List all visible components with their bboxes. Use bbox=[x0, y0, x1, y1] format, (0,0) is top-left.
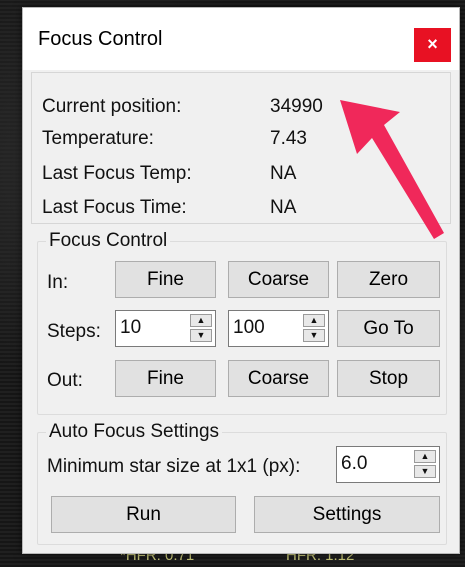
status-panel: Current position: 34990 Temperature: 7.4… bbox=[31, 72, 451, 224]
title-bar[interactable]: Focus Control × bbox=[23, 8, 459, 70]
auto-focus-legend: Auto Focus Settings bbox=[49, 421, 220, 442]
temperature-value: 7.43 bbox=[270, 128, 307, 149]
last-focus-temp-label: Last Focus Temp: bbox=[42, 163, 192, 184]
focus-control-window: Focus Control × Current position: 34990 … bbox=[22, 7, 460, 554]
window-title: Focus Control bbox=[38, 28, 163, 50]
last-focus-time-label: Last Focus Time: bbox=[42, 197, 187, 218]
min-star-size-value: 6.0 bbox=[341, 453, 368, 474]
close-button[interactable]: × bbox=[414, 28, 451, 62]
in-coarse-button[interactable]: Coarse bbox=[228, 261, 329, 298]
run-button[interactable]: Run bbox=[51, 496, 236, 533]
min-star-size-spinbox[interactable]: 6.0 ▲ ▼ bbox=[336, 446, 440, 483]
in-fine-button[interactable]: Fine bbox=[115, 261, 216, 298]
spin-down-icon[interactable]: ▼ bbox=[303, 329, 325, 342]
fine-steps-spinbox[interactable]: 10 ▲ ▼ bbox=[115, 310, 216, 347]
zero-button[interactable]: Zero bbox=[337, 261, 440, 298]
last-focus-time-value: NA bbox=[270, 197, 297, 218]
fine-steps-value: 10 bbox=[120, 317, 142, 338]
stop-button[interactable]: Stop bbox=[337, 360, 440, 397]
spin-up-icon[interactable]: ▲ bbox=[414, 450, 436, 463]
in-label: In: bbox=[47, 272, 69, 293]
spin-up-icon[interactable]: ▲ bbox=[190, 314, 212, 327]
coarse-steps-spinbox[interactable]: 100 ▲ ▼ bbox=[228, 310, 329, 347]
out-coarse-button[interactable]: Coarse bbox=[228, 360, 329, 397]
goto-button[interactable]: Go To bbox=[337, 310, 440, 347]
steps-label: Steps: bbox=[47, 321, 101, 342]
out-label: Out: bbox=[47, 370, 83, 391]
last-focus-temp-value: NA bbox=[270, 163, 297, 184]
spin-down-icon[interactable]: ▼ bbox=[414, 465, 436, 478]
current-position-value: 34990 bbox=[270, 96, 323, 117]
coarse-steps-value: 100 bbox=[233, 317, 265, 338]
min-star-size-label: Minimum star size at 1x1 (px): bbox=[47, 456, 301, 477]
focus-control-legend: Focus Control bbox=[49, 230, 168, 251]
settings-button[interactable]: Settings bbox=[254, 496, 440, 533]
temperature-label: Temperature: bbox=[42, 128, 154, 149]
spin-down-icon[interactable]: ▼ bbox=[190, 329, 212, 342]
current-position-label: Current position: bbox=[42, 96, 182, 117]
out-fine-button[interactable]: Fine bbox=[115, 360, 216, 397]
spin-up-icon[interactable]: ▲ bbox=[303, 314, 325, 327]
close-icon: × bbox=[427, 34, 438, 54]
